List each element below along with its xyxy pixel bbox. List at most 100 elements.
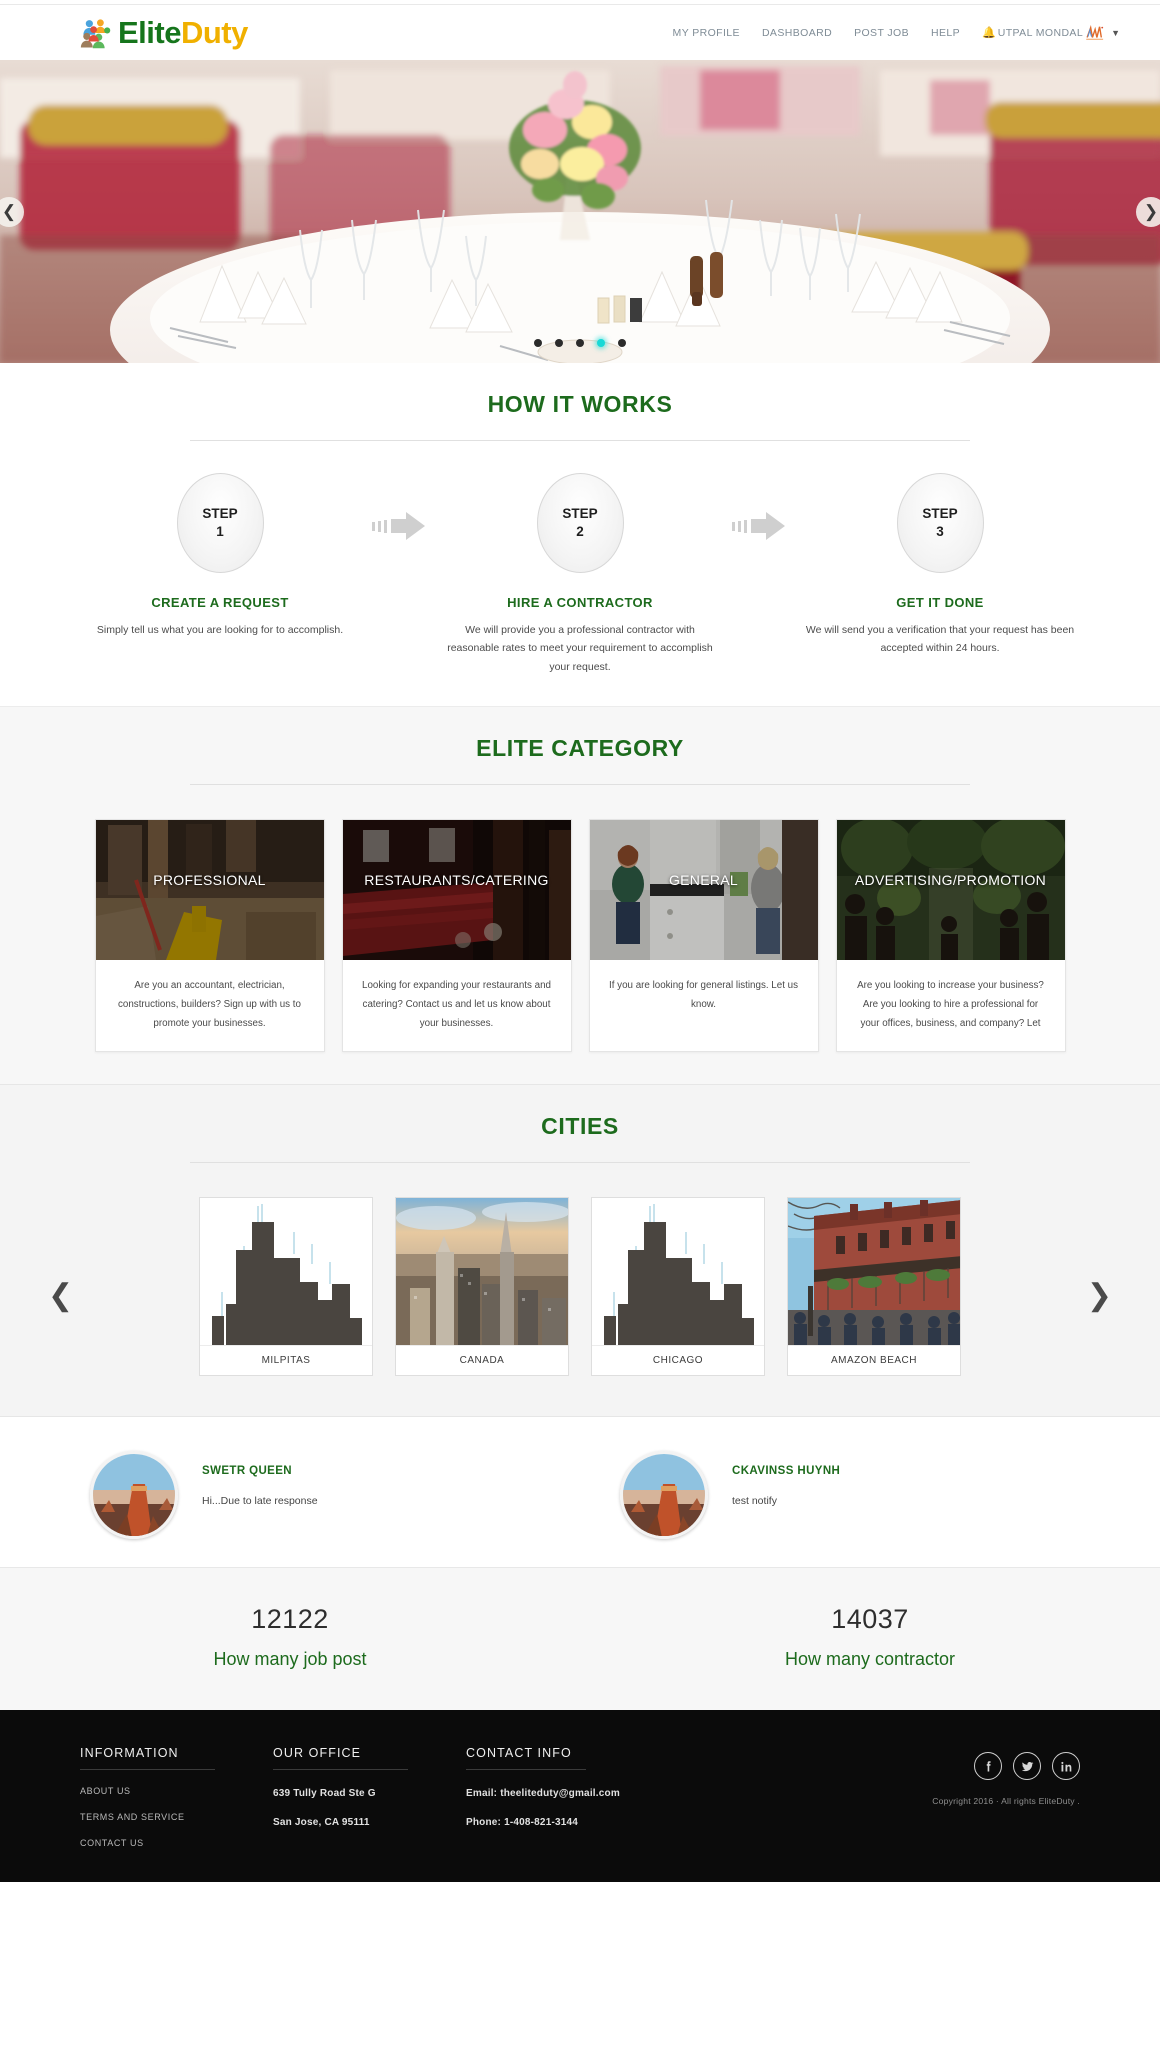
step-arrow-2-icon <box>720 511 800 541</box>
stat-job-posts: 12122 How many job post <box>0 1604 580 1670</box>
hero-dot-1[interactable] <box>534 339 542 347</box>
nav-help[interactable]: HELP <box>931 27 960 39</box>
stat-contractors: 14037 How many contractor <box>580 1604 1160 1670</box>
city-skyline-silhouette <box>592 1198 764 1346</box>
cities-prev-button[interactable]: ❮ <box>48 1281 73 1311</box>
nav-dashboard[interactable]: DASHBOARD <box>762 27 832 39</box>
nav-my-profile[interactable]: MY PROFILE <box>673 27 740 39</box>
logo-text-elite: Elite <box>118 15 181 50</box>
city-name-milpitas: MILPITAS <box>200 1345 372 1375</box>
city-skyline-silhouette <box>200 1198 372 1346</box>
step-1: STEP 1 CREATE A REQUEST Simply tell us w… <box>80 473 360 639</box>
how-it-works-title: HOW IT WORKS <box>487 391 673 417</box>
step-1-description: Simply tell us what you are looking for … <box>96 624 344 636</box>
footer-social-column: Copyright 2016 · All rights EliteDuty . <box>932 1746 1080 1882</box>
cities-carousel: ❮ MILPITAS CANADA CHICAGO AMAZON BEACH ❯ <box>0 1163 1160 1377</box>
footer-link-terms-and-service[interactable]: TERMS AND SERVICE <box>80 1812 273 1822</box>
category-card-restaurants[interactable]: RESTAURANTS/CATERING Looking for expandi… <box>341 819 572 1053</box>
footer-contact-email: Email: theeliteduty@gmail.com <box>466 1788 620 1800</box>
city-name-amazon-beach: AMAZON BEACH <box>788 1345 960 1375</box>
step-2-number: 2 <box>576 524 584 539</box>
wave-avatar-icon <box>1085 24 1107 41</box>
step-1-word: STEP <box>202 505 238 521</box>
step-3-description: We will send you a verification that you… <box>805 624 1075 655</box>
footer-office-address-line1: 639 Tully Road Ste G <box>273 1788 376 1800</box>
site-footer: INFORMATION ABOUT US TERMS AND SERVICE C… <box>0 1710 1160 1883</box>
main-nav: MY PROFILE DASHBOARD POST JOB HELP 🔔 UTP… <box>673 24 1120 41</box>
page-root: EliteDuty MY PROFILE DASHBOARD POST JOB … <box>0 0 1160 1883</box>
notification-message: Hi...Due to late response <box>202 1495 318 1508</box>
category-desc-restaurants: Looking for expanding your restaurants a… <box>362 980 551 1030</box>
category-label-restaurants: RESTAURANTS/CATERING <box>364 872 549 889</box>
category-grid: PROFESSIONAL Are you an accountant, elec… <box>0 785 1160 1053</box>
footer-contact-heading: CONTACT INFO <box>466 1746 586 1771</box>
city-card-milpitas[interactable]: MILPITAS <box>199 1197 373 1377</box>
hero-dot-3[interactable] <box>576 339 584 347</box>
category-card-professional[interactable]: PROFESSIONAL Are you an accountant, elec… <box>94 819 325 1053</box>
footer-office-heading: OUR OFFICE <box>273 1746 408 1771</box>
category-label-advertising: ADVERTISING/PROMOTION <box>854 872 1047 889</box>
cities-next-button[interactable]: ❯ <box>1087 1281 1112 1311</box>
linkedin-icon[interactable] <box>1052 1752 1080 1781</box>
aerial-city-photo <box>396 1198 568 1346</box>
hero-slide-image <box>0 60 1160 363</box>
people-circle-logo-icon <box>80 16 114 50</box>
step-2-description: We will provide you a professional contr… <box>447 624 713 673</box>
notifications-section: SWETR QUEEN Hi...Due to late response CK… <box>0 1416 1160 1568</box>
notification-item[interactable]: SWETR QUEEN Hi...Due to late response <box>90 1451 540 1540</box>
logo-text-duty: Duty <box>180 15 248 50</box>
kitchen-people-photo: GENERAL <box>589 820 818 961</box>
step-3-heading: GET IT DONE <box>896 595 984 610</box>
cities-title: CITIES <box>541 1113 619 1140</box>
step-1-number: 1 <box>216 524 224 539</box>
stat-contractors-value: 14037 <box>831 1604 909 1635</box>
hero-dots <box>0 339 1160 347</box>
notification-item[interactable]: CKAVINSS HUYNH test notify <box>620 1451 1070 1540</box>
notification-sender-name: SWETR QUEEN <box>202 1465 293 1478</box>
footer-link-about-us[interactable]: ABOUT US <box>80 1786 273 1796</box>
site-logo[interactable]: EliteDuty <box>80 16 248 50</box>
category-desc-professional: Are you an accountant, electrician, cons… <box>118 980 301 1030</box>
how-it-works-section: HOW IT WORKS STEP 1 CREATE A REQUEST Sim… <box>0 363 1160 707</box>
social-links <box>932 1752 1080 1781</box>
category-card-advertising[interactable]: ADVERTISING/PROMOTION Are you looking to… <box>835 819 1066 1053</box>
step-3-number: 3 <box>936 524 944 539</box>
facebook-icon[interactable] <box>974 1752 1002 1781</box>
city-card-chicago[interactable]: CHICAGO <box>591 1197 765 1377</box>
step-2-badge: STEP 2 <box>536 473 624 573</box>
twitter-icon[interactable] <box>1013 1752 1041 1781</box>
site-header: EliteDuty MY PROFILE DASHBOARD POST JOB … <box>0 5 1160 60</box>
category-card-general[interactable]: GENERAL If you are looking for general l… <box>588 819 819 1053</box>
city-name-chicago: CHICAGO <box>592 1345 764 1375</box>
chevron-down-icon[interactable]: ▼ <box>1111 28 1120 38</box>
hero-dot-4[interactable] <box>597 339 605 347</box>
notification-text: SWETR QUEEN Hi...Due to late response <box>202 1451 318 1539</box>
garden-crowd-photo: ADVERTISING/PROMOTION <box>836 820 1065 961</box>
footer-copyright: Copyright 2016 · All rights EliteDuty . <box>932 1796 1080 1807</box>
user-name-label[interactable]: UTPAL MONDAL <box>998 27 1083 39</box>
hero-next-button[interactable]: ❯ <box>1136 196 1160 227</box>
elite-category-section: ELITE CATEGORY PROFESSIONAL Are you an a… <box>0 706 1160 1085</box>
french-quarter-building-photo <box>788 1198 960 1346</box>
category-desc-advertising: Are you looking to increase your busines… <box>857 980 1044 1030</box>
user-menu[interactable]: 🔔 UTPAL MONDAL ▼ <box>982 24 1120 41</box>
stats-section: 12122 How many job post 14037 How many c… <box>0 1567 1160 1711</box>
stat-job-posts-value: 12122 <box>251 1604 329 1635</box>
nav-post-job[interactable]: POST JOB <box>854 27 909 39</box>
elite-category-title: ELITE CATEGORY <box>476 735 684 762</box>
avatar <box>90 1451 178 1540</box>
footer-contact-column: CONTACT INFO Email: theeliteduty@gmail.c… <box>466 1746 696 1882</box>
footer-office-column: OUR OFFICE 639 Tully Road Ste G San Jose… <box>273 1746 466 1882</box>
cities-section: CITIES ❮ MILPITAS CANADA CHICAGO AMAZON … <box>0 1084 1160 1417</box>
workshop-tools-photo: PROFESSIONAL <box>95 820 324 961</box>
city-card-canada[interactable]: CANADA <box>395 1197 569 1377</box>
category-desc-general: If you are looking for general listings.… <box>609 980 798 1011</box>
stat-contractors-label: How many contractor <box>784 1649 956 1670</box>
hero-carousel[interactable]: ❮ ❯ <box>0 60 1160 363</box>
step-2: STEP 2 HIRE A CONTRACTOR We will provide… <box>440 473 720 676</box>
footer-link-contact-us[interactable]: CONTACT US <box>80 1838 273 1848</box>
hero-dot-5[interactable] <box>618 339 626 347</box>
notification-text: CKAVINSS HUYNH test notify <box>732 1451 840 1539</box>
city-card-amazon-beach[interactable]: AMAZON BEACH <box>787 1197 961 1377</box>
hero-dot-2[interactable] <box>555 339 563 347</box>
